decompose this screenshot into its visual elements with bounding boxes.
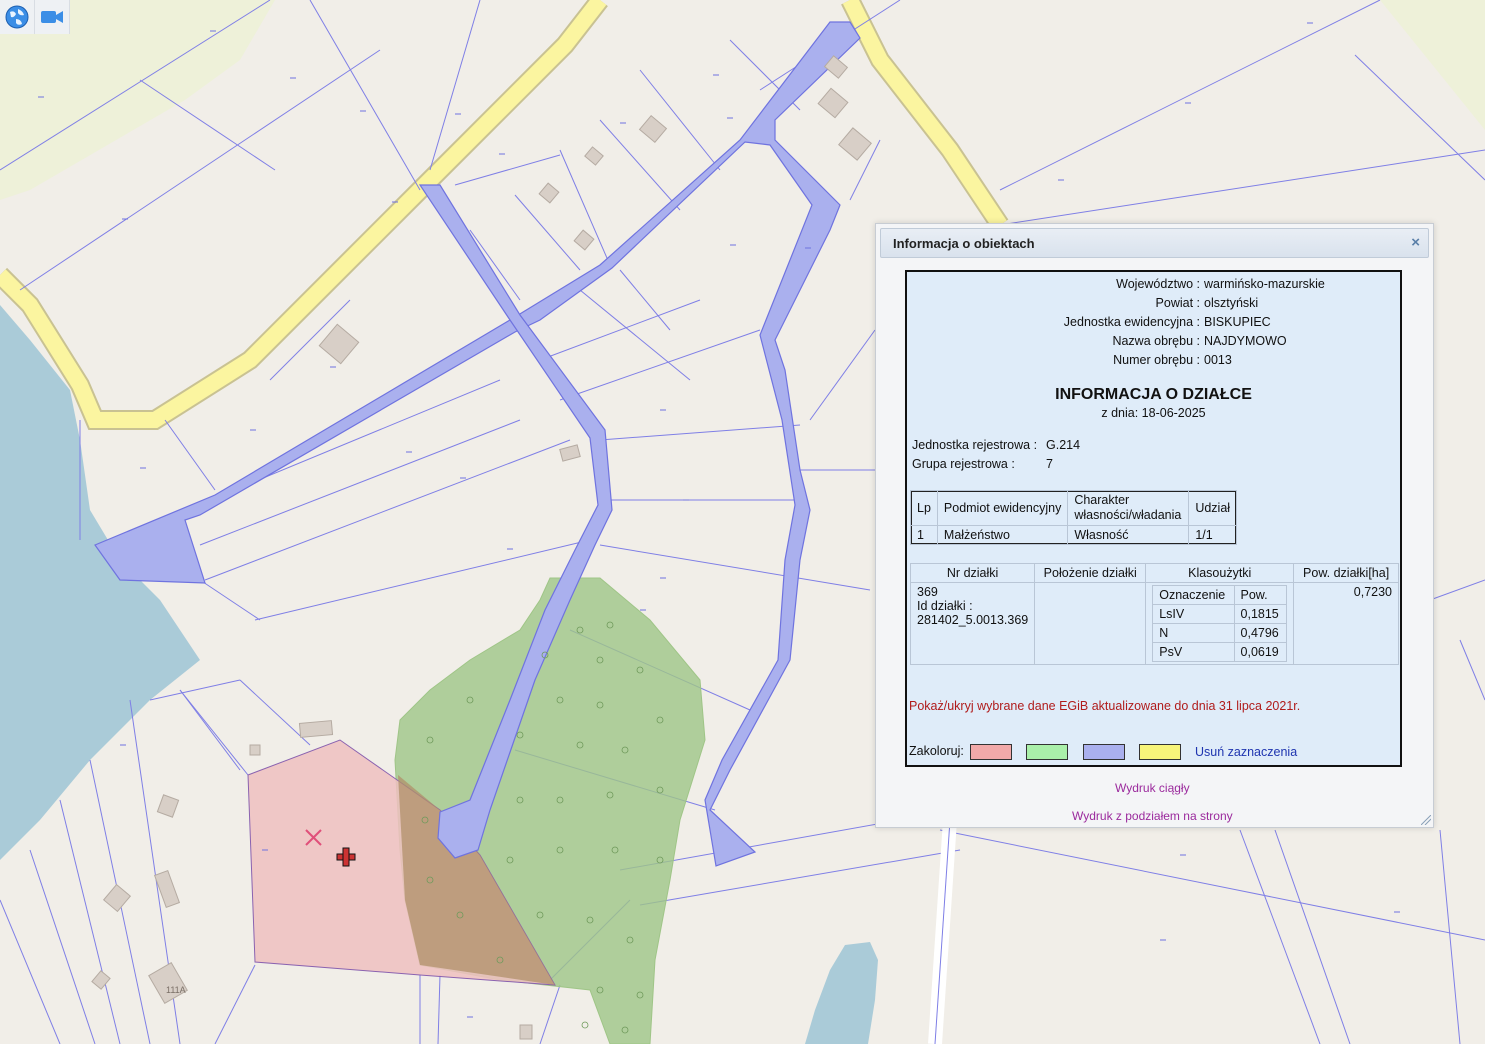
parcel-info-box: Województwo : warmińsko-mazurskie Powiat :…: [905, 270, 1402, 767]
parcel-id-label: Id działki :: [917, 599, 973, 613]
row-lp: 1: [910, 525, 938, 545]
admin-value: NAJDYMOWO: [1204, 334, 1287, 348]
panel-body[interactable]: Województwo : warmińsko-mazurskie Powiat :…: [876, 260, 1433, 827]
table-row: PsV 0,0619: [1152, 642, 1288, 662]
registry-group-label: Grupa rejestrowa :: [912, 457, 1015, 471]
globe-icon: [5, 5, 29, 29]
admin-value: BISKUPIEC: [1204, 315, 1271, 329]
class-designation: PsV: [1152, 642, 1235, 662]
panel-header[interactable]: Informacja o obiektach ×: [880, 228, 1429, 258]
header-lp: Lp: [910, 490, 938, 526]
class-designation: N: [1152, 623, 1235, 643]
table-row: N 0,4796: [1152, 623, 1288, 643]
header-share: Udział: [1188, 490, 1238, 526]
row-ownership: Własność: [1067, 525, 1190, 545]
admin-value: warmińsko-mazurskie: [1204, 277, 1325, 291]
object-info-panel[interactable]: Informacja o obiektach × Województwo : wa…: [875, 223, 1434, 828]
parcel-area: 0,7230: [1293, 582, 1399, 665]
admin-value: 0013: [1204, 353, 1232, 367]
land-classes-cell: Oznaczenie Pow. LsIV 0,1815 N 0,4796 PsV…: [1145, 582, 1295, 665]
video-camera-icon: [41, 11, 63, 23]
globe-button[interactable]: [0, 0, 35, 34]
registry-unit-value: G.214: [1046, 438, 1081, 452]
owners-table: Lp Podmiot ewidencyjny Charakter własnoś…: [910, 490, 1238, 545]
table-row: LsIV 0,1815: [1152, 604, 1288, 624]
admin-label: Powiat :: [1155, 296, 1200, 310]
egib-toggle-link[interactable]: Pokaż/ukryj wybrane dane EGiB aktualizow…: [909, 699, 1300, 713]
class-header-area: Pow.: [1233, 585, 1288, 605]
color-swatch-blue[interactable]: [1083, 744, 1125, 760]
header-area: Pow. działki[ha]: [1293, 563, 1399, 583]
owners-table-header: Lp Podmiot ewidencyjny Charakter własnoś…: [910, 490, 1238, 526]
header-parcel-number: Nr działki: [909, 563, 1036, 583]
video-button[interactable]: [35, 0, 70, 34]
class-area: 0,1815: [1233, 604, 1288, 624]
parcel-info-heading: INFORMACJA O DZIAŁCE: [1055, 386, 1252, 403]
admin-label: Jednostka ewidencyjna :: [1063, 315, 1200, 329]
color-swatch-red[interactable]: [970, 744, 1012, 760]
header-subject: Podmiot ewidencyjny: [936, 490, 1069, 526]
row-share: 1/1: [1188, 525, 1238, 545]
parcel-number-cell: 369 Id działki : 281402_5.0013.369: [909, 582, 1036, 665]
class-area: 0,0619: [1233, 642, 1288, 662]
print-pages-link[interactable]: Wydruk z podziałem na strony: [1072, 809, 1233, 823]
class-area: 0,4796: [1233, 623, 1288, 643]
parcel-number: 369: [917, 585, 938, 599]
admin-value: olsztyński: [1204, 296, 1259, 310]
panel-title: Informacja o obiektach: [893, 236, 1035, 251]
table-row: 1 Małżeństwo Własność 1/1: [910, 525, 1238, 545]
parcel-id: 281402_5.0013.369: [917, 613, 1029, 627]
color-swatch-yellow[interactable]: [1139, 744, 1181, 760]
print-continuous-link[interactable]: Wydruk ciągły: [1115, 781, 1190, 795]
header-ownership: Charakter własności/władania: [1067, 490, 1190, 526]
admin-label: Nazwa obrębu :: [1112, 334, 1200, 348]
parcel-location: [1034, 582, 1147, 665]
land-classes-table: Oznaczenie Pow. LsIV 0,1815 N 0,4796 PsV…: [1152, 585, 1288, 662]
color-swatch-green[interactable]: [1026, 744, 1068, 760]
class-header-designation: Oznaczenie: [1152, 585, 1235, 605]
parcel-table-header: Nr działki Położenie działki Klasoużytki…: [909, 563, 1399, 583]
close-button[interactable]: ×: [1411, 234, 1420, 251]
parcel-row: 369 Id działki : 281402_5.0013.369 Oznac…: [909, 582, 1399, 665]
class-designation: LsIV: [1152, 604, 1235, 624]
info-date: z dnia: 18-06-2025: [1101, 406, 1206, 420]
parcel-table: Nr działki Położenie działki Klasoużytki…: [909, 563, 1399, 665]
resize-handle-icon[interactable]: [1421, 815, 1431, 825]
color-label: Zakoloruj:: [909, 744, 964, 758]
header-location: Położenie działki: [1034, 563, 1147, 583]
admin-label: Numer obrębu :: [1113, 353, 1200, 367]
header-land-classes: Klasoużytki: [1145, 563, 1295, 583]
house-number-label: 111A: [166, 985, 186, 995]
clear-selection-link[interactable]: Usuń zaznaczenia: [1195, 745, 1297, 759]
admin-label: Województwo :: [1116, 277, 1200, 291]
row-subject: Małżeństwo: [936, 525, 1069, 545]
registry-group-value: 7: [1046, 457, 1053, 471]
registry-unit-label: Jednostka rejestrowa :: [912, 438, 1038, 452]
